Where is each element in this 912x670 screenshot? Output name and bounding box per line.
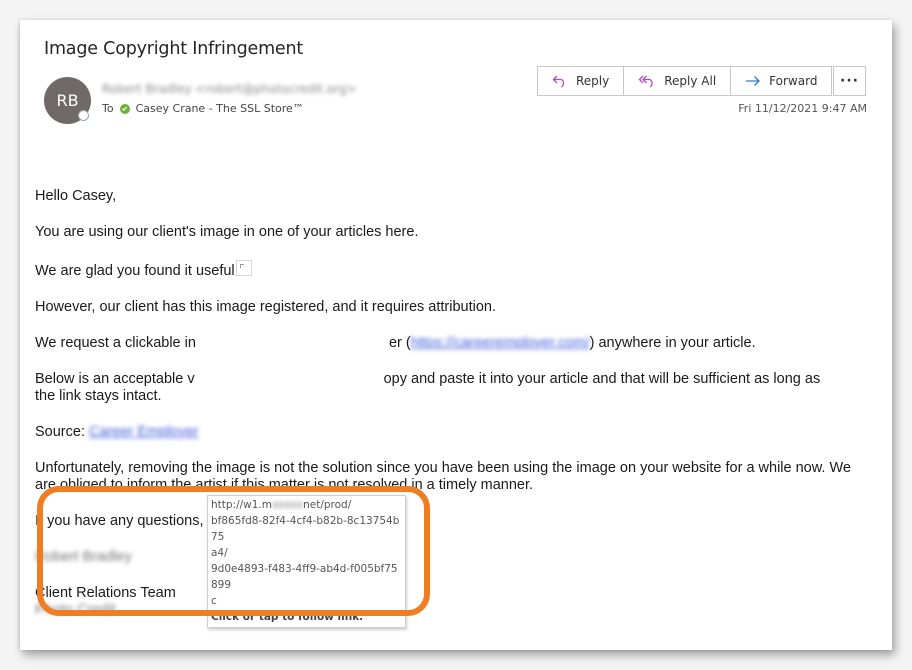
reply-button[interactable]: Reply [537,66,624,96]
paragraph-text: Below is an acceptable v [35,371,195,387]
paragraph-text: ) anywhere in your article. [589,335,756,351]
forward-arrow-icon [745,75,761,87]
signature-team: Client Relations Team [35,585,176,601]
tooltip-url-text: c [211,595,217,607]
reply-all-icon [638,74,656,88]
signature-name: Robert Bradley [35,549,132,565]
reply-label: Reply [576,74,610,88]
greeting: Hello Casey, [35,188,117,204]
paragraph-text: opy and paste it into your article and t… [383,371,821,387]
to-label: To [102,102,114,115]
paragraph: However, our client has this image regis… [35,299,497,315]
tooltip-url-text: net/prod/ [303,499,352,511]
tooltip-url: http://w1.mxxxxxnet/prod/ bf865fd8-82f4-… [211,497,402,609]
sender-name: Robert Bradley [102,82,192,96]
recipient-name[interactable]: Casey Crane - The SSL Store™ [136,102,304,115]
paragraph: Unfortunately, removing the image is not… [35,460,851,493]
reply-all-label: Reply All [664,74,717,88]
paragraph: We request a clickable in er (https://car… [35,335,865,352]
forward-button[interactable]: Forward [730,66,833,96]
presence-status-icon [78,110,89,121]
verified-check-icon [119,103,130,114]
signature-company: Photo Credit [35,602,116,618]
tooltip-url-blurred: xxxxx [272,499,304,511]
paragraph-text: We request a clickable in [35,335,196,351]
paragraph: Below is an acceptable v opy and paste it… [35,371,865,405]
email-body: Hello Casey, You are using our client's … [35,188,865,628]
link-tooltip: http://w1.mxxxxxnet/prod/ bf865fd8-82f4-… [207,495,406,628]
paragraph: We are glad you found it useful [35,260,865,280]
website-link[interactable]: https://careeremployer.com/ [411,335,590,351]
recipient-line: To Casey Crane - The SSL Store™ [102,102,304,115]
signature-block: Client Relations Team Photo Credit [35,585,865,619]
broken-image-icon [235,260,252,276]
tooltip-url-text: 9d0e4893-f483-4ff9-ab4d-f005bf75899 [211,563,398,591]
paragraph-text: We are glad you found it useful [35,263,235,279]
paragraph: You are using our client's image in one … [35,224,419,240]
paragraph: If you have any questions, feel free to … [35,513,307,529]
source-line: Source: Career Employer [35,424,865,441]
tooltip-hint: Click or tap to follow link. [211,611,364,623]
source-link[interactable]: Career Employer [89,424,199,440]
avatar-initials: RB [56,91,79,110]
paragraph-text: er ( [388,335,411,351]
email-reading-pane: Image Copyright Infringement RB Robert B… [20,20,892,650]
more-actions-button[interactable]: ··· [833,66,866,96]
reply-icon [552,74,568,88]
reply-all-button[interactable]: Reply All [623,66,731,96]
sender-line[interactable]: Robert Bradley <robert@photocredit.org> [102,82,357,96]
tooltip-url-text: http://w1.m [211,499,273,511]
tooltip-url-text: a4/ [211,547,228,559]
source-label: Source: [35,424,85,440]
email-subject: Image Copyright Infringement [44,39,304,59]
paragraph-text: the link stays intact. [35,388,162,404]
received-date: Fri 11/12/2021 9:47 AM [738,102,867,115]
sender-address: <robert@photocredit.org> [195,82,357,96]
ellipsis-icon: ··· [840,73,859,89]
tooltip-url-text: bf865fd8-82f4-4cf4-b82b-8c13754b75 [211,515,400,543]
forward-label: Forward [769,74,818,88]
message-actions: Reply Reply All Forward [537,66,833,96]
